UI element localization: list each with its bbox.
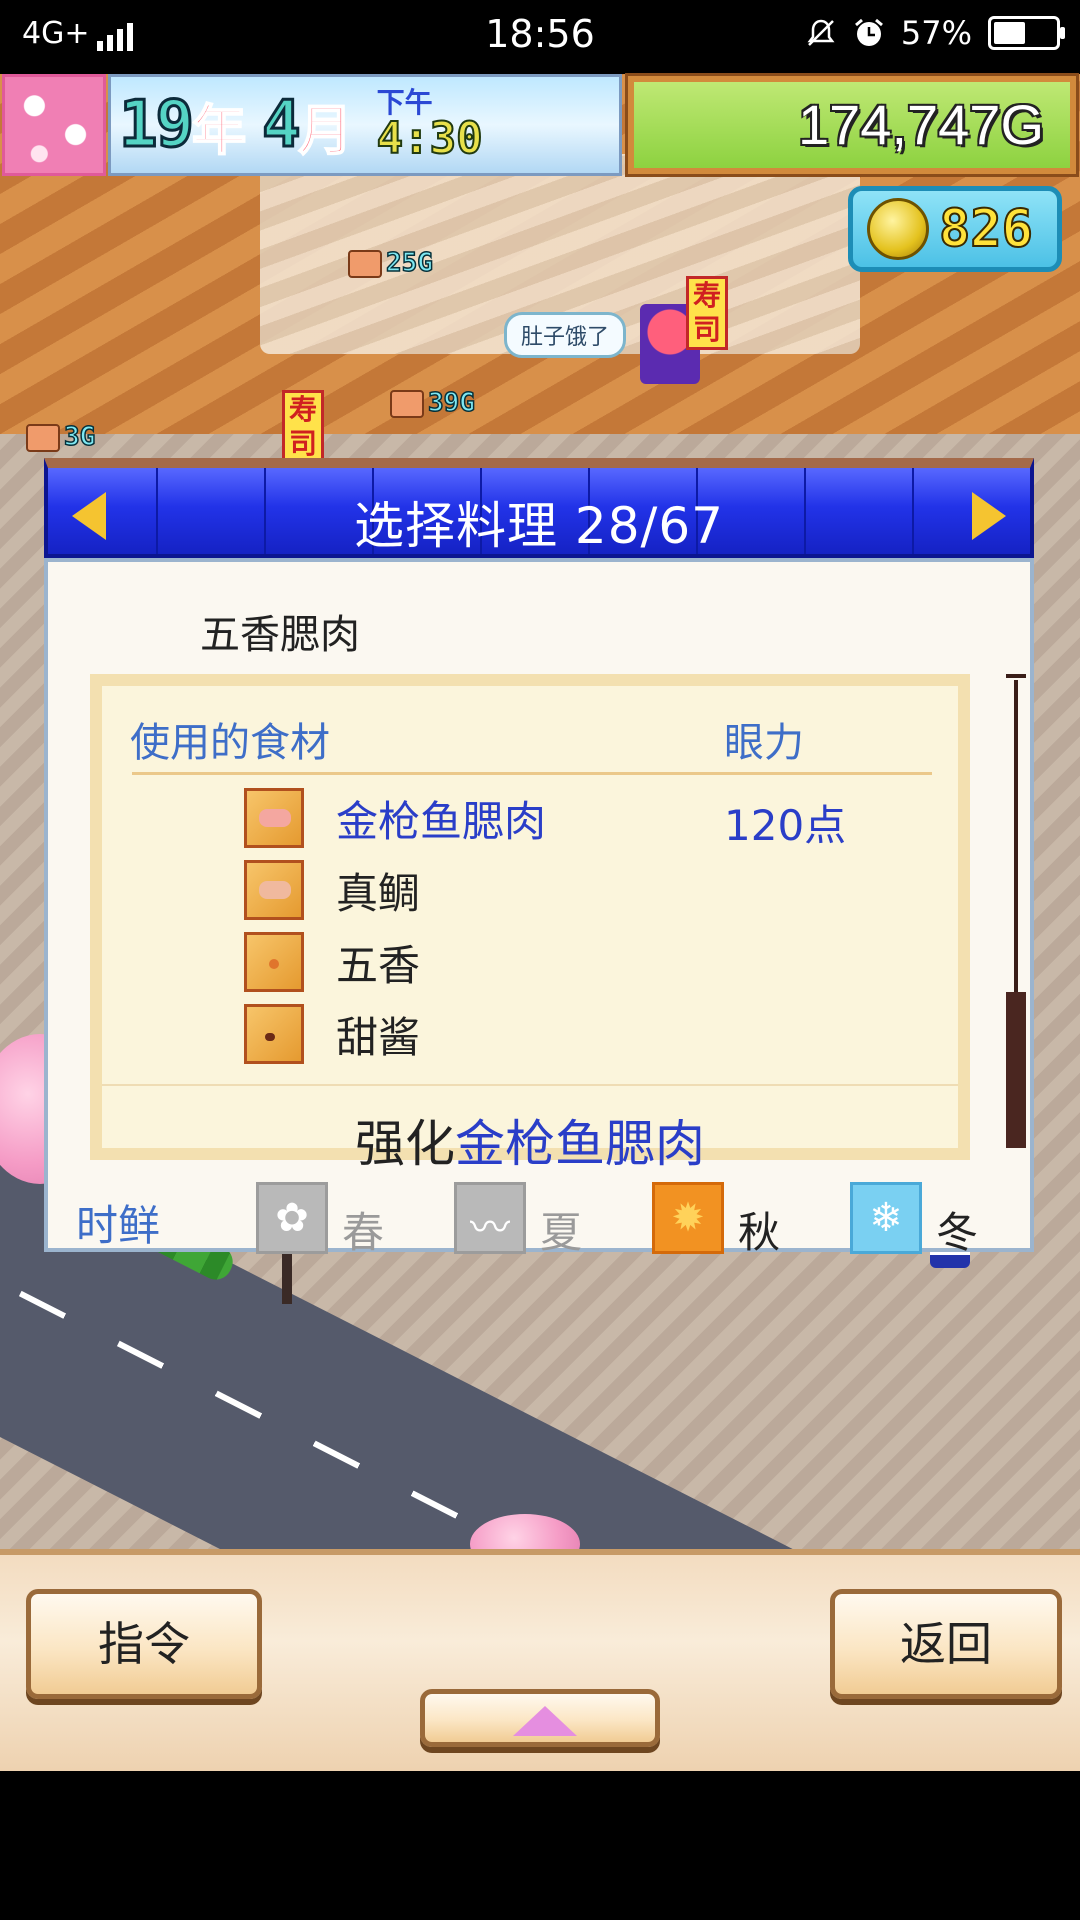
sushi-sign: 寿司 <box>686 276 728 350</box>
season-label: 时鲜 <box>76 1201 161 1250</box>
date-display: 19 年 4 月 下午 4:30 <box>108 74 622 176</box>
sakura-emblem-icon[interactable] <box>2 74 106 176</box>
up-triangle-icon <box>513 1706 577 1736</box>
dialog-title: 选择料理 28/67 <box>354 497 724 555</box>
medal-coin-icon <box>867 198 929 260</box>
maple-leaf-icon: ✹ <box>652 1182 724 1254</box>
time-box: 下午 4:30 <box>376 89 484 164</box>
eye-value: 120点 <box>724 801 847 850</box>
price-tag: 25G <box>348 247 434 279</box>
sakura-icon: ✿ <box>256 1182 328 1254</box>
speech-bubble: 肚子饿了 <box>504 312 627 358</box>
dialog-body: 五香腮肉 使用的食材 眼力 金枪鱼腮肉 120点 真鲷 五香 甜酱 强化金枪鱼腮… <box>44 558 1034 1257</box>
dish-name: 五香腮肉 <box>200 612 360 658</box>
season-winter: ❄ 冬 <box>850 1182 978 1257</box>
next-arrow-icon[interactable] <box>972 492 1006 540</box>
year-label: 年 <box>191 98 247 163</box>
back-button[interactable]: 返回 <box>830 1589 1062 1699</box>
sushi-icon <box>348 249 382 278</box>
alarm-icon <box>854 18 883 46</box>
season-autumn: ✹ 秋 <box>652 1182 780 1257</box>
month-number: 4 <box>261 87 302 164</box>
snowflake-icon: ❄ <box>850 1182 922 1254</box>
sushi-icon <box>26 423 60 452</box>
price-tag: 3G <box>26 421 96 453</box>
status-right: 57% <box>805 14 1065 52</box>
season-spring: ✿ 春 <box>256 1182 384 1257</box>
five-spice-icon <box>244 932 304 992</box>
ingredient-name: 真鲷 <box>336 868 421 918</box>
enhance-text: 强化金枪鱼腮肉 <box>102 1104 958 1176</box>
sushi-icon <box>390 389 424 418</box>
season-row: 时鲜 ✿ 春 〰 夏 ✹ 秋 ❄ 冬 <box>48 1168 1038 1257</box>
scrollbar-thumb[interactable] <box>1006 992 1026 1148</box>
enhance-target: 金枪鱼腮肉 <box>455 1115 705 1173</box>
ingredient-name: 五香 <box>336 940 421 990</box>
sweet-sauce-icon <box>244 1004 304 1064</box>
ingredient-name: 甜酱 <box>336 1012 421 1062</box>
medal-counter[interactable]: 826 <box>848 186 1062 272</box>
ingredient-row[interactable]: 金枪鱼腮肉 <box>244 786 546 850</box>
ingredients-panel[interactable]: 使用的食材 眼力 金枪鱼腮肉 120点 真鲷 五香 甜酱 强化金枪鱼腮肉 <box>90 674 970 1173</box>
ingredients-header: 使用的食材 <box>130 720 330 766</box>
game-clock: 4:30 <box>376 113 484 164</box>
enhance-prefix: 强化 <box>355 1115 455 1173</box>
battery-fill <box>994 22 1025 44</box>
medal-count: 826 <box>938 198 1034 260</box>
dialog-header: 选择料理 28/67 <box>44 458 1034 558</box>
season-summer: 〰 夏 <box>454 1182 582 1257</box>
expand-button[interactable] <box>420 1689 660 1747</box>
wave-icon: 〰 <box>454 1182 526 1254</box>
header-divider <box>132 772 932 775</box>
month-label: 月 <box>298 98 354 163</box>
scrollbar[interactable] <box>1006 674 1026 1148</box>
ingredient-name: 金枪鱼腮肉 <box>336 796 547 846</box>
sea-bream-icon <box>244 860 304 920</box>
price-tag: 39G <box>390 387 476 419</box>
bottom-bar: 指令 返回 <box>0 1549 1080 1771</box>
mute-icon <box>807 19 835 46</box>
ingredient-row[interactable]: 甜酱 <box>244 1002 420 1066</box>
ingredient-row[interactable]: 五香 <box>244 930 420 994</box>
select-dish-dialog: 选择料理 28/67 五香腮肉 使用的食材 眼力 金枪鱼腮肉 120点 真鲷 五… <box>44 458 1034 1257</box>
enhance-divider <box>102 1084 958 1086</box>
ingredient-row[interactable]: 真鲷 <box>244 858 420 922</box>
command-button[interactable]: 指令 <box>26 1589 262 1699</box>
eye-header: 眼力 <box>724 720 804 766</box>
money-display: 174,747G <box>625 73 1079 177</box>
battery-percent: 57% <box>900 14 972 52</box>
battery-icon <box>988 16 1065 50</box>
tuna-cheek-icon <box>244 788 304 848</box>
status-bar: 4G+ 18:56 57% <box>0 0 1080 74</box>
sushi-sign: 寿司 <box>282 390 324 464</box>
year-number: 19 <box>117 87 195 164</box>
